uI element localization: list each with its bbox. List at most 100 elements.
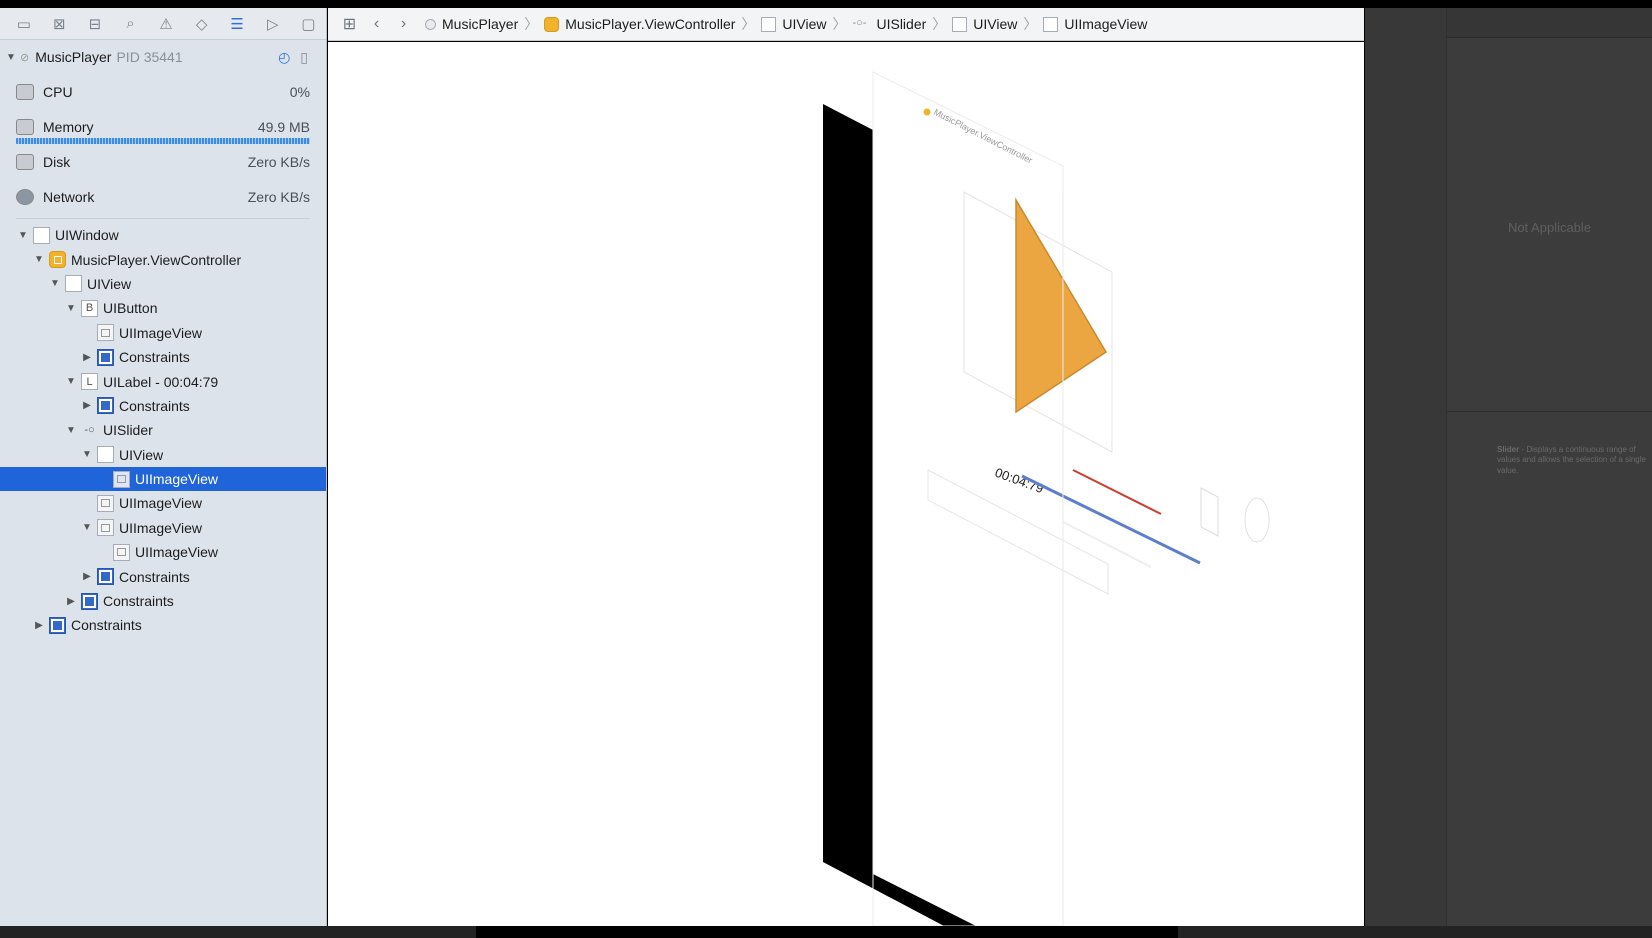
disclosure-open-icon[interactable]: ▼	[80, 449, 94, 460]
network-icon	[16, 188, 34, 205]
breadcrumb-item[interactable]: MusicPlayer 〉	[425, 14, 538, 34]
gauge-value: Zero KB/s	[247, 153, 310, 170]
disclosure-open-icon[interactable]: ▼	[80, 522, 94, 533]
disclosure-open-icon[interactable]: ▼	[48, 278, 62, 289]
imageview-icon	[97, 494, 114, 512]
play-triangle-icon[interactable]	[1015, 197, 1108, 414]
gauge-label: Disk	[43, 153, 71, 170]
breadcrumb-item[interactable]: -○- UISlider 〉	[852, 14, 946, 34]
slider-description: - Displays a continuous range of values …	[1497, 445, 1646, 475]
disclosure-open-icon[interactable]: ▼	[16, 230, 30, 241]
cpu-icon	[16, 83, 34, 100]
tree-row[interactable]: UIImageView	[0, 491, 326, 515]
tree-row[interactable]: ▼ UIImageView	[0, 516, 326, 540]
tree-row[interactable]: ▼ UIView	[0, 272, 326, 296]
tree-row[interactable]: ▶ Constraints	[0, 345, 326, 369]
divider	[16, 218, 310, 219]
tree-row-label: UIImageView	[135, 471, 219, 488]
disclosure-open-icon[interactable]: ▼	[64, 425, 78, 436]
back-chevron-icon[interactable]: ‹	[363, 15, 390, 33]
tree-row[interactable]: UIImageView	[0, 540, 326, 564]
folder-icon[interactable]: ▭	[6, 10, 42, 38]
disclosure-closed-icon[interactable]: ▶	[32, 620, 46, 631]
tree-row[interactable]: ▶ Constraints	[0, 589, 326, 613]
find-icon[interactable]: ⌕	[113, 10, 149, 38]
gauge-disk[interactable]: Disk Zero KB/s	[0, 144, 326, 179]
window-layer-side	[823, 104, 976, 926]
disclosure-closed-icon[interactable]: ▶	[80, 352, 94, 363]
tree-row-label: MusicPlayer.ViewController	[71, 251, 242, 268]
disclosure-closed-icon[interactable]: ▶	[80, 400, 94, 411]
breakpoint-icon[interactable]: ▷	[255, 10, 291, 38]
breadcrumb-label: UIView	[782, 16, 827, 32]
gauge-label: Memory	[43, 118, 94, 135]
symbol-icon[interactable]: ⊟	[77, 10, 113, 38]
view-hierarchy-tree: ▼ UIWindow ▼ MusicPlayer.ViewController ▼ UIV…	[0, 223, 326, 638]
issue-icon[interactable]: ⚠	[148, 10, 184, 38]
time-label[interactable]: 00:04:79	[993, 465, 1046, 496]
slider-library-item[interactable]: Slider - Displays a continuous range of …	[1497, 445, 1647, 476]
imageview-icon	[113, 543, 130, 561]
not-applicable-label: Not Applicable	[1507, 220, 1592, 235]
gauge-cpu[interactable]: CPU 0%	[0, 74, 326, 109]
tree-row[interactable]: UIImageView	[0, 321, 326, 345]
tree-row[interactable]: ▼ -○ UISlider	[0, 418, 326, 442]
tree-row[interactable]: ▶ Constraints	[0, 564, 326, 588]
chevron-right-icon: 〉	[741, 16, 756, 32]
tree-row-label: UIView	[119, 446, 164, 463]
test-icon[interactable]: ◇	[184, 10, 220, 38]
process-pid: PID 35441	[116, 49, 183, 65]
constraints-icon	[97, 397, 114, 415]
tree-row[interactable]: ▶ Constraints	[0, 613, 326, 637]
tree-row[interactable]: ▼ UIWindow	[0, 223, 326, 247]
tree-row[interactable]: ▼ L UILabel - 00:04:79	[0, 369, 326, 393]
breadcrumb-label: MusicPlayer.ViewController	[565, 16, 736, 32]
disclosure-closed-icon[interactable]: ▶	[80, 571, 94, 582]
breadcrumb-item[interactable]: UIView 〉	[761, 14, 846, 34]
tree-row[interactable]: UIImageView	[0, 466, 326, 492]
related-items-icon[interactable]: ⊞	[336, 14, 363, 34]
view-icon	[1043, 16, 1059, 32]
viewcontroller-layer[interactable]	[872, 71, 1064, 926]
breadcrumb-item[interactable]: UIView 〉	[952, 14, 1037, 34]
process-name: MusicPlayer	[35, 49, 112, 65]
source-control-icon[interactable]: ⊠	[42, 10, 78, 38]
gauge-value: 49.9 MB	[257, 118, 310, 135]
tree-row-label: UISlider	[103, 422, 153, 439]
tree-row[interactable]: ▼ UIView	[0, 443, 326, 467]
tree-row[interactable]: ▼ B UIButton	[0, 296, 326, 320]
report-icon[interactable]: ▢	[291, 10, 327, 38]
thumb-layer[interactable]	[1200, 487, 1219, 537]
tree-row[interactable]: ▼ MusicPlayer.ViewController	[0, 247, 326, 271]
viewcontroller-icon	[49, 251, 66, 269]
forward-chevron-icon[interactable]: ›	[390, 15, 417, 33]
tree-row[interactable]: ▶ Constraints	[0, 394, 326, 418]
disclosure-open-icon[interactable]: ▼	[64, 303, 78, 314]
memory-icon	[16, 118, 34, 135]
view-hierarchy-icon[interactable]: ▯	[300, 49, 308, 66]
vc-caption: MusicPlayer.ViewController	[932, 107, 1034, 166]
breadcrumb-item[interactable]: MusicPlayer.ViewController 〉	[544, 14, 755, 34]
chevron-right-icon: 〉	[932, 16, 947, 32]
chevron-right-icon: 〉	[832, 16, 847, 32]
disclosure-closed-icon[interactable]: ▶	[64, 596, 78, 607]
tree-row-label: UIImageView	[135, 544, 219, 561]
gauge-value: 0%	[289, 83, 310, 100]
gauge-toggle-icon[interactable]: ◴	[278, 49, 290, 66]
breadcrumb-label: MusicPlayer	[442, 16, 519, 32]
thumb-image[interactable]	[1244, 497, 1270, 543]
slider-icon: -○	[84, 424, 95, 437]
disclosure-open-icon[interactable]: ▼	[6, 52, 20, 63]
gauge-network[interactable]: Network Zero KB/s	[0, 179, 326, 214]
disclosure-open-icon[interactable]: ▼	[64, 376, 78, 387]
imageview-icon	[97, 324, 114, 342]
viewcontroller-icon	[544, 16, 560, 32]
breadcrumb-item[interactable]: UIImageView	[1043, 16, 1147, 32]
disclosure-open-icon[interactable]: ▼	[32, 254, 46, 265]
process-row[interactable]: ▼ ⊘ MusicPlayer PID 35441 ◴ ▯	[0, 40, 326, 74]
inspector-panel: Not Applicable Slider - Displays a conti…	[1365, 8, 1652, 926]
debug-icon[interactable]: ☰	[219, 10, 255, 38]
class-letter-icon: B	[81, 299, 98, 317]
view-debugger-canvas[interactable]: MusicPlayer.ViewController 00:04:79	[328, 42, 1364, 926]
bottom-overlay	[476, 926, 1178, 938]
